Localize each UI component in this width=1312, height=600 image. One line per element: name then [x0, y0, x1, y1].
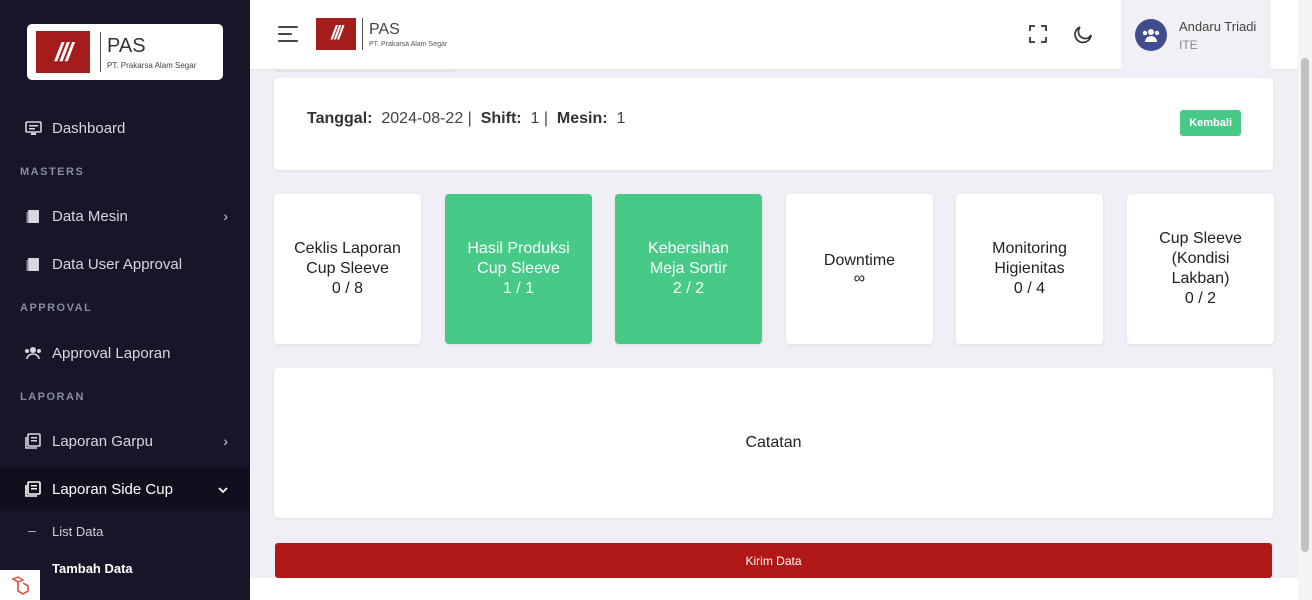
sidebar-logo[interactable]: /// PAS PT. Prakarsa Alam Segar: [27, 24, 223, 80]
tile-ceklis-laporan[interactable]: Ceklis Laporan Cup Sleeve 0 / 8: [274, 194, 421, 344]
sidebar: /// PAS PT. Prakarsa Alam Segar Dashboar…: [0, 0, 250, 600]
topbar-logo[interactable]: /// PAS PT. Prakarsa Alam Segar: [316, 18, 447, 50]
brand-logo-mark: ///: [316, 18, 356, 50]
tile-subtitle: (Kondisi Lakban): [1171, 250, 1230, 287]
tile-cup-sleeve-lakban[interactable]: Cup Sleeve (Kondisi Lakban) 0 / 2: [1127, 194, 1274, 344]
sidebar-item-laporan-garpu[interactable]: Laporan Garpu ›: [0, 419, 250, 463]
tile-title: Ceklis Laporan: [294, 240, 401, 257]
kirim-data-button[interactable]: Kirim Data: [275, 543, 1272, 578]
tile-subtitle: Cup Sleeve: [306, 260, 389, 277]
catatan-label: Catatan: [745, 434, 802, 451]
catatan-card[interactable]: Catatan: [274, 368, 1273, 518]
logo-divider: [100, 32, 101, 72]
tile-count: 0 / 4: [1013, 280, 1046, 297]
report-icon: [24, 432, 42, 450]
user-menu[interactable]: Andaru Triadi ITE: [1121, 0, 1271, 70]
tile-monitoring-higienitas[interactable]: Monitoring Higienitas 0 / 4: [956, 194, 1103, 344]
brand-subtitle: PT. Prakarsa Alam Segar: [107, 60, 197, 70]
kembali-button[interactable]: Kembali: [1180, 110, 1241, 136]
section-masters: MASTERS: [20, 166, 85, 178]
user-name: Andaru Triadi: [1179, 18, 1257, 34]
dark-mode-icon[interactable]: [1074, 24, 1096, 46]
tile-title: Monitoring: [992, 240, 1067, 257]
tile-hasil-produksi[interactable]: Hasil Produksi Cup Sleeve 1 / 1: [445, 194, 592, 344]
topbar: /// PAS PT. Prakarsa Alam Segar Andaru T…: [250, 0, 1298, 70]
tanggal-label: Tanggal:: [307, 110, 373, 127]
tile-kebersihan-meja[interactable]: Kebersihan Meja Sortir 2 / 2: [615, 194, 762, 344]
brand-title: PAS: [107, 34, 146, 57]
document-icon: [24, 255, 42, 273]
report-icon: [24, 480, 42, 498]
tile-title: Kebersihan: [648, 240, 729, 257]
tile-title: Hasil Produksi: [467, 240, 570, 257]
tanggal-value: 2024-08-22 |: [381, 110, 472, 127]
tile-downtime[interactable]: Downtime ∞: [786, 194, 933, 344]
menu-toggle-icon[interactable]: [278, 26, 298, 47]
sidebar-item-laporan-side-cup[interactable]: Laporan Side Cup: [0, 467, 250, 511]
sidebar-item-data-mesin[interactable]: Data Mesin ›: [0, 194, 250, 238]
user-role: ITE: [1179, 37, 1198, 52]
sidebar-item-label: Approval Laporan: [52, 344, 171, 362]
brand-subtitle: PT. Prakarsa Alam Segar: [369, 40, 448, 48]
tile-count: 0 / 2: [1184, 290, 1217, 307]
topbar-underline: [275, 70, 455, 72]
tile-title: Downtime: [823, 252, 896, 269]
avatar: [1135, 19, 1167, 51]
logo-divider: [362, 18, 363, 50]
sidebar-item-data-user-approval[interactable]: Data User Approval: [0, 242, 250, 286]
sidebar-item-label: Data User Approval: [52, 255, 183, 273]
chevron-right-icon: ›: [223, 208, 228, 224]
sidebar-item-dashboard[interactable]: Dashboard: [0, 106, 250, 150]
chevron-right-icon: ›: [223, 433, 228, 449]
tile-title: Cup Sleeve: [1159, 230, 1242, 247]
tile-count: 0 / 8: [331, 280, 364, 297]
chevron-down-icon: [218, 481, 228, 497]
sidebar-item-approval-laporan[interactable]: Approval Laporan: [0, 331, 250, 375]
bottom-strip: [250, 578, 1298, 600]
info-line: Tanggal: 2024-08-22 | Shift: 1 | Mesin: …: [307, 110, 625, 128]
sidebar-item-label: Laporan Side Cup: [52, 480, 173, 498]
tile-subtitle: Higienitas: [994, 260, 1065, 277]
scrollbar-thumb[interactable]: [1301, 58, 1309, 552]
info-card: Tanggal: 2024-08-22 | Shift: 1 | Mesin: …: [274, 78, 1273, 170]
mesin-label: Mesin:: [556, 110, 608, 127]
sidebar-item-label: Data Mesin: [52, 207, 128, 225]
tile-count: 2 / 2: [672, 280, 705, 297]
tile-count: 1 / 1: [502, 280, 535, 297]
sidebar-item-label: Dashboard: [52, 119, 126, 137]
shift-label: Shift:: [480, 110, 522, 127]
monitor-icon: [24, 119, 42, 137]
sidebar-item-label: Laporan Garpu: [52, 432, 153, 450]
document-icon: [24, 207, 42, 225]
fullscreen-icon[interactable]: [1028, 24, 1050, 46]
sidebar-subitem-tambah-data[interactable]: Tambah Data: [52, 561, 133, 576]
brand-title: PAS: [369, 20, 400, 38]
tile-count: ∞: [853, 270, 866, 287]
users-icon: [24, 344, 42, 362]
section-laporan: LAPORAN: [20, 391, 85, 403]
submenu-dash: [28, 531, 36, 532]
scrollbar[interactable]: [1298, 0, 1312, 600]
mesin-value: 1: [616, 110, 626, 127]
tile-subtitle: Cup Sleeve: [477, 260, 560, 277]
laravel-icon[interactable]: [0, 570, 40, 600]
tile-subtitle: Meja Sortir: [649, 260, 728, 277]
shift-value: 1 |: [530, 110, 548, 127]
section-approval: APPROVAL: [20, 302, 93, 314]
sidebar-subitem-list-data[interactable]: List Data: [52, 524, 103, 539]
brand-logo-mark: ///: [36, 31, 90, 73]
